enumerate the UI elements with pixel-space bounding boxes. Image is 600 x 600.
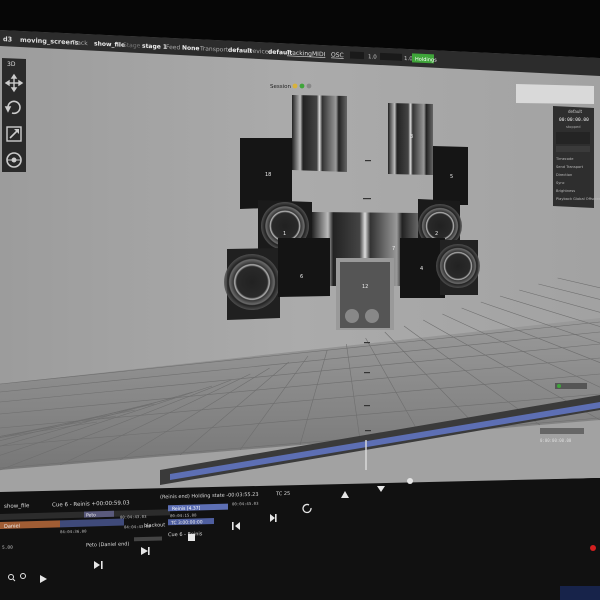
cue6-label: Cue 6 - Reinis [168,531,203,538]
screen-label: 5 [450,174,453,180]
fps-slider[interactable] [380,52,402,61]
blackout-slider[interactable] [134,536,162,542]
feed-value[interactable]: None [182,45,199,53]
app-name: d3 [3,35,12,43]
session-icons[interactable] [292,83,312,89]
tracking-menu[interactable]: Tracking [286,49,312,57]
status-button-label: Holdings [415,57,437,64]
transport-label: Transport [199,45,229,53]
stop-icon[interactable] [188,534,195,541]
screen-label: 7 [392,246,395,252]
zoom-value: 1.0 [368,54,377,60]
clock-right: 0:00:00:00.00 [540,438,572,443]
show-file-label[interactable]: show_file [4,503,30,510]
time-c: 04:04:36.00 [60,529,87,535]
record-icon[interactable] [407,478,413,484]
blackout-label: blackout [144,522,165,529]
tc-value: TC 3:00:00:00 [170,519,203,526]
panel-row-label[interactable]: Sync [556,181,565,185]
panel-row-label[interactable]: Timecode [555,157,574,161]
screen-panel[interactable] [292,95,347,172]
tc-label: TC 25 [275,491,290,497]
session-label[interactable]: Session [270,84,291,90]
panel-row-label[interactable]: Send Transport [556,165,584,169]
num-a: 5.00 [2,545,13,551]
bottom-panel-background [0,478,600,600]
photo-of-monitor: d3 moving_screens Track show_file Stage … [0,0,600,600]
panel-row-label[interactable]: Brightness [556,189,575,193]
keyboard-glow [560,586,600,600]
time-b: 00:04:15.08 [170,512,197,518]
screen-label: 4 [420,266,423,272]
zoom-slider[interactable] [350,51,364,60]
screen-label: 12 [362,284,368,290]
panel-row-label[interactable]: Playback Global Offscreen [556,197,600,201]
panel-title: default [568,109,583,114]
fps-value: 1.0 [404,56,413,62]
view-mode-label[interactable]: 3D [7,61,16,68]
monitor-power-led [590,545,596,551]
peto-daniel-end: Peto (Daniel end) [86,541,129,548]
screen-label: 3 [410,134,413,140]
track-label: Track [71,39,88,47]
monitor-display: d3 moving_screens Track show_file Stage … [0,0,600,600]
track-value[interactable]: show_file [94,40,125,48]
panel-state: stopped [566,125,581,129]
stage-label: Stage [123,42,141,50]
tool-palette: 3D [2,58,26,172]
midi-menu[interactable]: MIDI [312,51,326,59]
stage-value[interactable]: stage 1 [142,43,167,51]
reinis-label: Reinis [4.37] [172,505,201,512]
daniel-label: Daniel [4,523,20,529]
peto-label: Peto [86,512,96,518]
screen-panel[interactable] [278,238,330,297]
time-d: 00:04:43.03 [120,514,147,520]
screen-label: 6 [300,274,303,280]
panel-timecode: 00:00:00.00 [559,117,589,123]
feed-label: Feed [166,44,180,52]
panel-row-label[interactable]: Direction [556,173,572,177]
time-a: 00:04:45.03 [232,501,259,507]
panel-slider[interactable] [556,146,590,152]
info-box [516,84,594,104]
screen-label: 2 [435,231,438,237]
screen-label: 18 [265,172,271,178]
transport-controls[interactable] [556,132,590,144]
osc-menu[interactable]: OSC [331,52,344,60]
screen-label: 1 [283,231,286,237]
